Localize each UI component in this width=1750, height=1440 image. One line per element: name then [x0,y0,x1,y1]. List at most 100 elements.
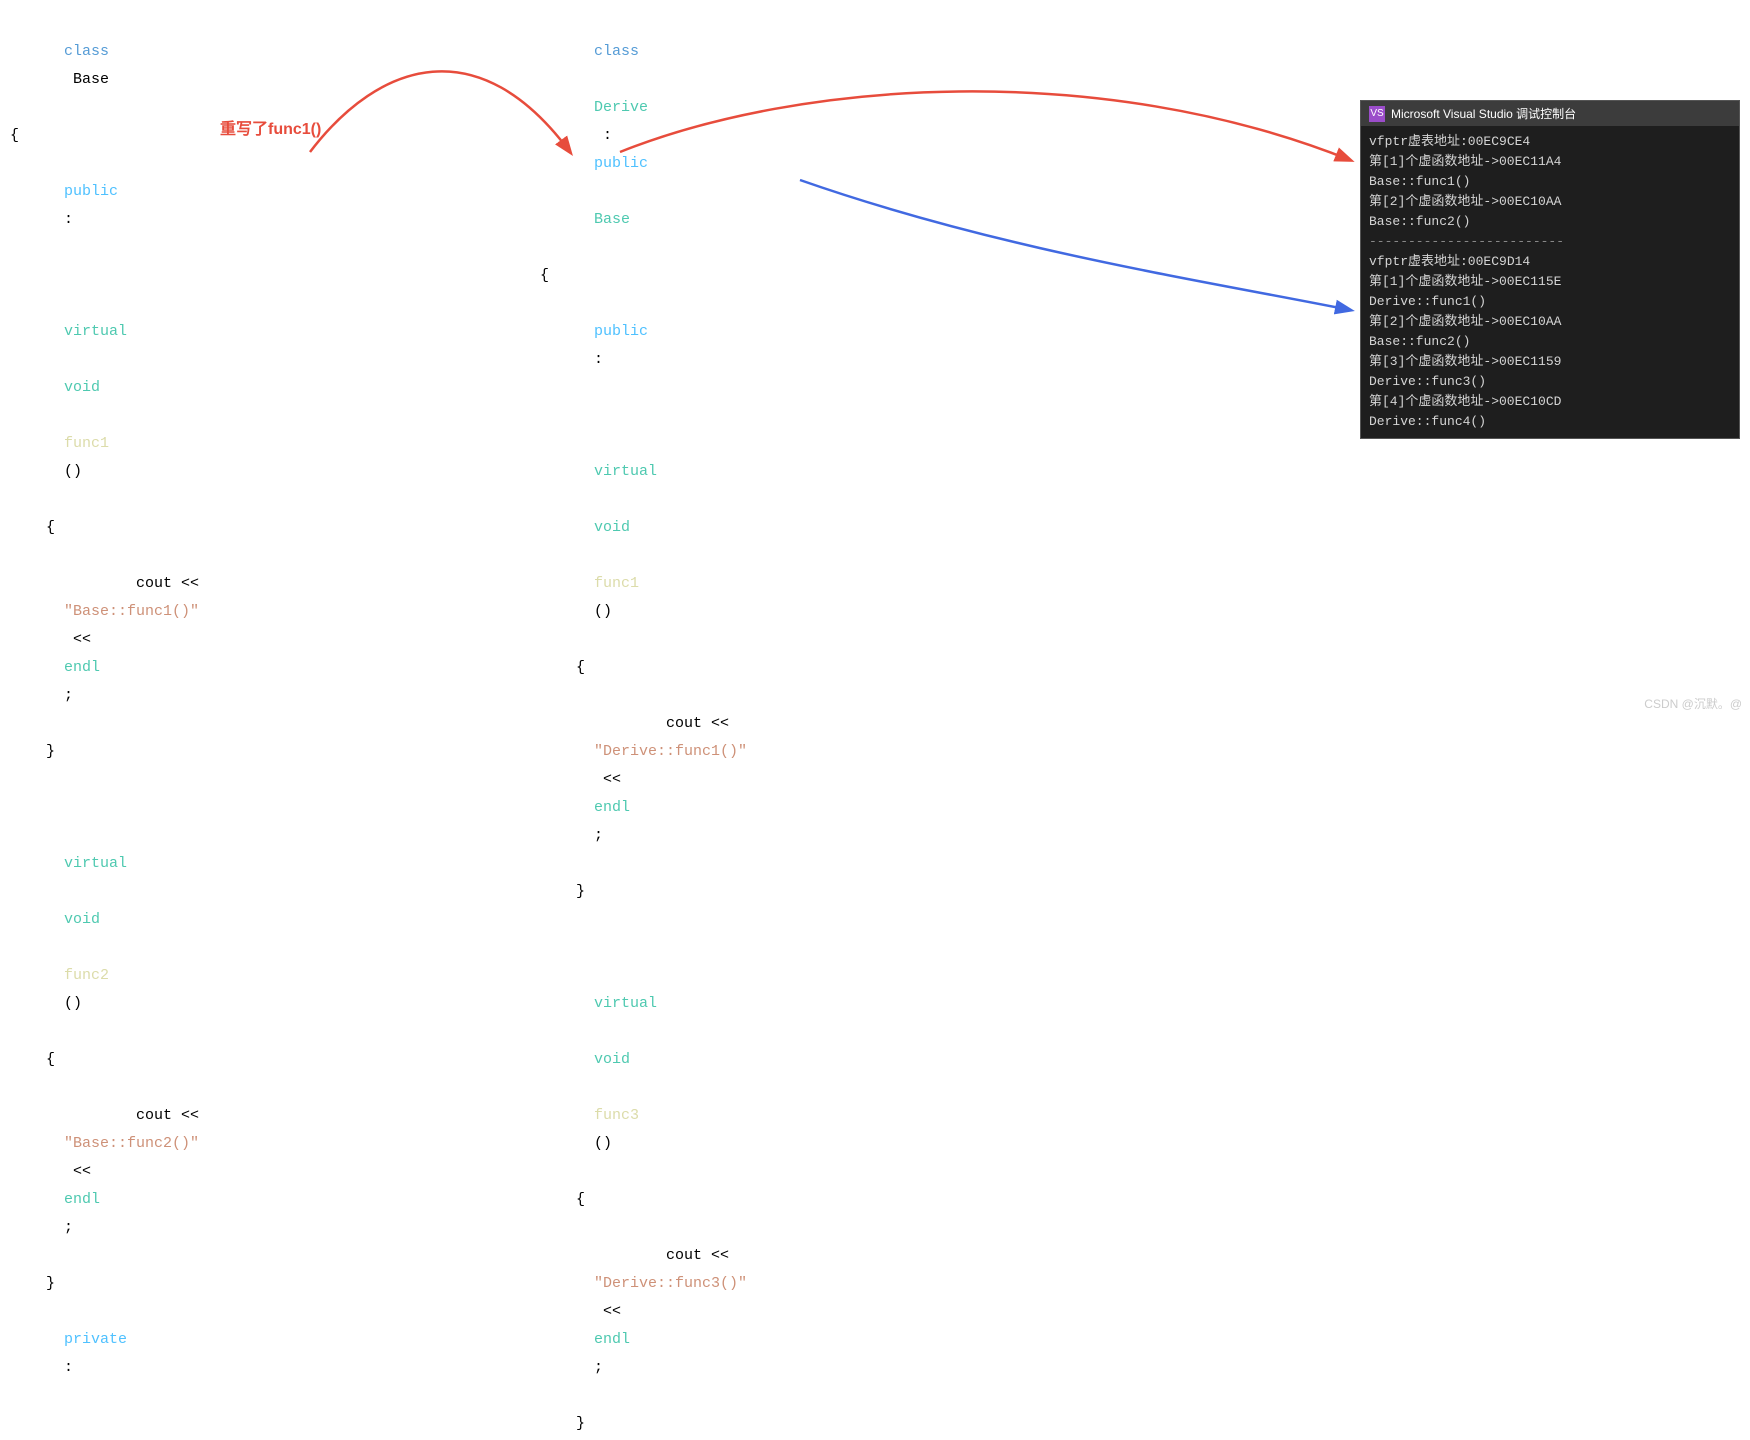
base-func2-str: "Base::func2()" [64,1135,199,1152]
base-func1-open: { [10,514,520,542]
classname-derive: Derive [594,99,648,116]
endl-1: endl [64,659,100,676]
base-func2-indent [64,827,100,844]
vs-title-text: Microsoft Visual Studio 调试控制台 [1391,105,1576,122]
kw-virtual-1: virtual [64,323,127,340]
derive-func3-decl: virtual void func3 () [540,934,1140,1186]
derive-open: { [540,262,1140,290]
func3-parens-derive: () [594,1135,612,1152]
kw-class-base: class [64,43,109,60]
derive-func1-endl: << [594,771,630,788]
base-func1-str: "Base::func1()" [64,603,199,620]
func3-name-derive: func3 [594,1107,639,1124]
derive-public: public : [540,290,1140,402]
kw-class-derive: class [594,43,639,60]
console-line-14: 第[4]个虚函数地址->00EC10CD [1369,392,1731,412]
spd3 [594,1023,603,1040]
console-line-8: 第[1]个虚函数地址->00EC115E [1369,272,1731,292]
func1-parens-base: () [64,463,82,480]
classname-base: Base [64,71,109,88]
sp2 [64,407,73,424]
derive-func3-endl: << [594,1303,630,1320]
sp1 [64,351,73,368]
base-line-1: class Base [10,10,520,122]
kw-public-derive: public [594,155,648,172]
base-line-3: public : [10,150,520,262]
watermark: CSDN @沉默。@ [1644,695,1742,712]
base-func1-semi: ; [64,687,73,704]
kw-void-d1: void [594,519,630,536]
base-func1-body: cout << "Base::func1()" << endl ; [10,542,520,738]
base-func2-close: } [10,1270,520,1298]
func2-parens-base: () [64,995,82,1012]
vs-icon: VS [1369,106,1385,122]
kw-void-d3: void [594,1051,630,1068]
console-line-11: Base::func2() [1369,332,1731,352]
sp-base-ref [594,183,603,200]
derive-func1-decl: virtual void func1 () [540,402,1140,654]
base-func2-semi: ; [64,1219,73,1236]
derive-func3-indent [594,967,630,984]
spd1 [594,491,603,508]
func1-name-base: func1 [64,435,109,452]
right-class-derive: class Derive : public Base { public : vi… [540,10,1140,1440]
left-class-base: class Base { public : virtual void func1… [10,10,520,1440]
console-line-2: 第[1]个虚函数地址->00EC11A4 [1369,152,1731,172]
derive-func3-close: } [540,1410,1140,1438]
derive-func1-str: "Derive::func1()" [594,743,747,760]
console-line-3: Base::func1() [1369,172,1731,192]
console-line-10: 第[2]个虚函数地址->00EC10AA [1369,312,1731,332]
base-func2-body: cout << "Base::func2()" << endl ; [10,1074,520,1270]
base-func2-indent2: cout << [64,1107,208,1124]
derive-blank2 [540,1438,1140,1440]
derive-func3-semi: ; [594,1359,603,1376]
func1-name-derive: func1 [594,575,639,592]
code-area: class Base { public : virtual void func1… [0,0,1750,720]
kw-virtual-d3: virtual [594,995,657,1012]
sp3 [64,883,73,900]
console-line-12: 第[3]个虚函数地址->00EC1159 [1369,352,1731,372]
console-line-7: vfptr虚表地址:00EC9D14 [1369,252,1731,272]
derive-func1-indent [594,435,630,452]
vs-console-title: VS Microsoft Visual Studio 调试控制台 [1361,101,1739,126]
kw-virtual-d1: virtual [594,463,657,480]
derive-func3-i2: cout << [594,1247,738,1264]
kw-void-1: void [64,379,100,396]
base-func2-open: { [10,1046,520,1074]
console-line-6: ------------------------- [1369,232,1731,252]
endl-d1: endl [594,799,630,816]
derive-func1-close: } [540,878,1140,906]
vs-console-body: vfptr虚表地址:00EC9CE4 第[1]个虚函数地址->00EC11A4 … [1361,126,1739,438]
base-func1-decl: virtual void func1 () [10,262,520,514]
kw-void-2: void [64,911,100,928]
console-line-9: Derive::func1() [1369,292,1731,312]
base-private-colon: : [64,1359,73,1376]
derive-func1-body: cout << "Derive::func1()" << endl ; [540,682,1140,878]
console-line-13: Derive::func3() [1369,372,1731,392]
kw-public-base: public [64,183,118,200]
base-member-a: int _a = 1; [10,1410,520,1440]
kw-public-derive2: public [594,323,648,340]
sp4 [64,939,73,956]
derive-func3-open: { [540,1186,1140,1214]
derive-func1-semi: ; [594,827,603,844]
derive-func1-open: { [540,654,1140,682]
derive-colon: : [594,127,621,144]
sp-derive [594,71,603,88]
derive-blank1 [540,906,1140,934]
kw-private-base: private [64,1331,127,1348]
spd4 [594,1079,603,1096]
base-func2-decl: virtual void func2 () [10,794,520,1046]
base-func2-endl: << [64,1163,100,1180]
base-blank1 [10,766,520,794]
console-line-5: Base::func2() [1369,212,1731,232]
endl-2: endl [64,1191,100,1208]
endl-d3: endl [594,1331,630,1348]
derive-func3-str: "Derive::func3()" [594,1275,747,1292]
derive-public-colon: : [594,351,603,368]
derive-func1-i2: cout << [594,715,738,732]
base-func1-close: } [10,738,520,766]
console-line-15: Derive::func4() [1369,412,1731,432]
derive-line-1: class Derive : public Base [540,10,1140,262]
base-func1-indent2: cout << [64,575,208,592]
